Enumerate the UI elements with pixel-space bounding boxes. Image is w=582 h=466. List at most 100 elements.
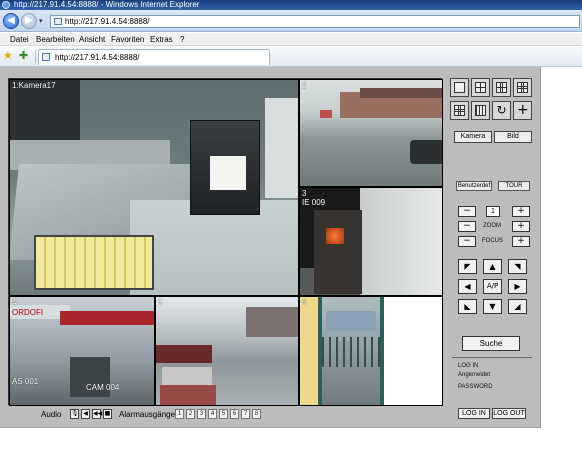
ptz-down-button[interactable]: ▼ (483, 299, 502, 314)
address-bar[interactable]: http://217.91.4.54:8888/ (50, 15, 580, 28)
toolbar-separator (35, 50, 36, 63)
zoom-label: ZOOM (483, 223, 501, 229)
alarm-output-button[interactable]: 8 (252, 409, 261, 419)
camera-6-scene (318, 297, 322, 405)
favorites-star-icon[interactable]: ★ (3, 50, 13, 62)
focus-near-button[interactable]: − (458, 236, 476, 247)
ptz-up-button[interactable]: ▲ (483, 259, 502, 274)
alarm-output-button[interactable]: 7 (241, 409, 250, 419)
microphone-icon[interactable]: 🎙 (70, 409, 79, 419)
audio-volume-icon[interactable]: ◀ (81, 409, 90, 419)
alarm-output-button[interactable]: 4 (208, 409, 217, 419)
add-favorite-icon[interactable]: ✚ (19, 50, 28, 62)
zoom-in-button[interactable]: + (512, 221, 530, 232)
tab-page-icon (42, 53, 50, 61)
ptz-right-button[interactable]: ▶ (508, 279, 527, 294)
camera-4-overlay-bottom: AS 001 (12, 377, 39, 386)
tab-image[interactable]: Bild (494, 131, 532, 143)
menu-extras[interactable]: Extras (150, 35, 173, 44)
six-view-icon (496, 82, 507, 93)
cycle-icon: ↻ (496, 103, 507, 117)
login-status-label: LOG IN (458, 363, 479, 369)
camera-2-scene (410, 140, 442, 164)
back-arrow-icon: ◀ (7, 15, 15, 26)
page-blank-area (556, 67, 582, 428)
bottom-toolbar: Audio 🎙 ◀ ◀◀ ■ Alarmausgänge 1 2 3 4 5 6… (8, 408, 538, 422)
ptz-up-left-button[interactable]: ◤ (458, 259, 477, 274)
speed-decrease-button[interactable]: − (458, 206, 476, 217)
camera-tile-5[interactable]: 5 (155, 296, 299, 406)
forward-button[interactable]: ▶ (21, 13, 37, 29)
zoom-out-button[interactable]: − (458, 221, 476, 232)
alarm-outputs-label: Alarmausgänge (119, 410, 176, 419)
menu-bar: Datei Bearbeiten Ansicht Favoriten Extra… (0, 33, 582, 46)
camera-tile-2[interactable]: 2 (299, 79, 443, 187)
twelve-view-icon (454, 105, 465, 116)
menu-favoriten[interactable]: Favoriten (111, 35, 144, 44)
login-button[interactable]: LOG IN (458, 408, 490, 419)
browser-tab[interactable]: http://217.91.4.54:8888/ (38, 49, 270, 65)
focus-label: FOCUS (482, 238, 503, 244)
quad-view-icon (475, 82, 486, 93)
back-button[interactable]: ◀ (3, 13, 19, 29)
camera-1-label: 1:Kamera17 (12, 81, 56, 90)
favorites-bar: ★ ✚ http://217.91.4.54:8888/ (0, 47, 582, 67)
camera-2-scene (360, 88, 442, 98)
camera-6-scene (326, 311, 376, 331)
camera-6-label: 6 (302, 298, 307, 307)
ptz-down-left-button[interactable]: ◣ (458, 299, 477, 314)
alarm-output-button[interactable]: 3 (197, 409, 206, 419)
search-button[interactable]: Suche (462, 336, 520, 351)
camera-6-scene (322, 337, 380, 367)
browser-icon (2, 1, 10, 9)
camera-tile-1[interactable]: 1:Kamera17 (9, 79, 299, 296)
menu-ansicht[interactable]: Ansicht (79, 35, 105, 44)
ptz-up-right-button[interactable]: ◥ (508, 259, 527, 274)
camera-3-scene (326, 228, 344, 244)
alarm-output-button[interactable]: 1 (175, 409, 184, 419)
add-view-button[interactable]: + (513, 101, 532, 120)
recent-pages-dropdown[interactable]: ▾ (39, 17, 43, 25)
twelve-view-button[interactable] (450, 101, 469, 120)
tab-camera[interactable]: Kamera (454, 131, 492, 143)
camera-2-label: 2 (302, 81, 307, 90)
page-icon (54, 18, 62, 25)
camera-tile-3[interactable]: 3 IE 009 (299, 187, 443, 296)
camera-3-scene (360, 188, 442, 295)
alarm-output-button[interactable]: 6 (230, 409, 239, 419)
ptz-left-button[interactable]: ◀ (458, 279, 477, 294)
alarm-output-button[interactable]: 5 (219, 409, 228, 419)
camera-1-scene (210, 156, 246, 190)
audio-rewind-icon[interactable]: ◀◀ (92, 409, 102, 419)
sixteen-view-button[interactable] (471, 101, 490, 120)
menu-bearbeiten[interactable]: Bearbeiten (36, 35, 75, 44)
camera-1-scene (265, 98, 298, 198)
six-view-button[interactable] (492, 78, 511, 97)
video-grid: 1:Kamera17 2 3 IE 009 4 ORDOFI AS 001 CA… (8, 78, 443, 406)
audio-label: Audio (41, 410, 62, 419)
user-defined-button[interactable]: Benutzerdef (456, 181, 492, 191)
camera-5-scene (246, 307, 298, 337)
camera-tile-4[interactable]: 4 ORDOFI AS 001 CAM 004 (9, 296, 155, 406)
camera-4-overlay-bottom-2: CAM 004 (86, 383, 120, 392)
nine-view-button[interactable] (513, 78, 532, 97)
tour-button[interactable]: TOUR (498, 181, 530, 191)
menu-datei[interactable]: Datei (10, 35, 29, 44)
cycle-view-button[interactable]: ↻ (492, 101, 511, 120)
audio-stop-icon[interactable]: ■ (103, 409, 112, 419)
ptz-auto-pan-button[interactable]: A/P (483, 279, 502, 294)
alarm-output-button[interactable]: 2 (186, 409, 195, 419)
forward-arrow-icon: ▶ (25, 15, 33, 26)
logout-button[interactable]: LOG OUT (492, 408, 526, 419)
menu-help[interactable]: ? (180, 35, 184, 44)
camera-4-overlay-top: ORDOFI (12, 308, 44, 317)
camera-5-scene (160, 385, 216, 405)
speed-increase-button[interactable]: + (512, 206, 530, 217)
ptz-down-right-button[interactable]: ◢ (508, 299, 527, 314)
camera-tile-6[interactable]: 6 (299, 296, 443, 406)
speed-value[interactable]: 1 (486, 206, 500, 217)
camera-3-scene (314, 210, 362, 294)
quad-view-button[interactable] (471, 78, 490, 97)
focus-far-button[interactable]: + (512, 236, 530, 247)
single-view-button[interactable] (450, 78, 469, 97)
